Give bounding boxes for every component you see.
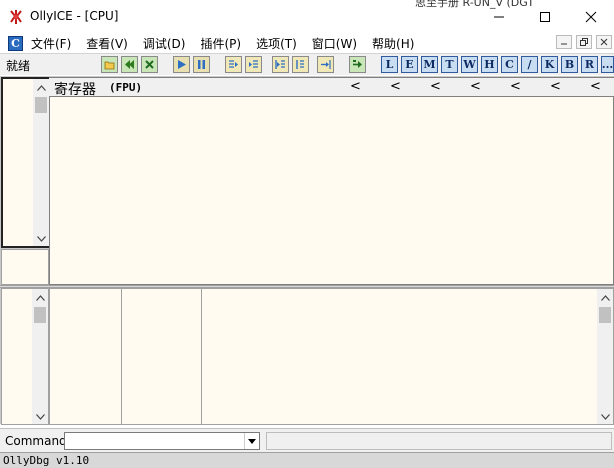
return-icon xyxy=(321,60,331,69)
call-stack-button[interactable]: K xyxy=(541,56,558,73)
scroll-thumb[interactable] xyxy=(599,307,611,323)
ollyice-app-icon xyxy=(10,10,22,24)
open-folder-icon xyxy=(104,61,115,70)
stack-pane[interactable] xyxy=(49,288,614,425)
scroll-down-arrow-icon[interactable] xyxy=(32,410,48,424)
minimize-button[interactable] xyxy=(476,0,522,33)
minimize-icon xyxy=(494,16,504,17)
register-chevron[interactable]: < xyxy=(510,80,521,94)
open-file-button[interactable] xyxy=(101,56,118,73)
go-to-button[interactable] xyxy=(349,56,366,73)
ollyice-window: 思至手册 R-UN_V (DGT OllyICE - [CPU] C 文件(F)… xyxy=(0,0,614,468)
mdi-restore-button[interactable] xyxy=(576,35,592,49)
pause-icon xyxy=(198,60,205,69)
window-title: OllyICE - [CPU] xyxy=(30,9,119,23)
menu-plugins[interactable]: 插件(P) xyxy=(200,35,241,52)
step-over-button[interactable] xyxy=(245,56,262,73)
menu-file[interactable]: 文件(F) xyxy=(31,35,71,52)
registers-pane[interactable] xyxy=(49,77,614,285)
close-icon xyxy=(585,11,597,22)
mdi-controls xyxy=(552,35,612,49)
command-output-field xyxy=(266,432,612,450)
trace-over-button[interactable] xyxy=(292,56,309,73)
toolbar-status: 就绪 xyxy=(6,59,31,73)
title-bar: 思至手册 R-UN_V (DGT OllyICE - [CPU] xyxy=(0,0,614,33)
register-chevron[interactable]: < xyxy=(390,80,401,94)
disassembly-scrollbar[interactable] xyxy=(33,79,49,246)
scroll-thumb[interactable] xyxy=(34,307,46,323)
register-chevron[interactable]: < xyxy=(590,80,601,94)
menu-view[interactable]: 查看(V) xyxy=(86,35,128,52)
step-into-button[interactable] xyxy=(225,56,242,73)
trace-into-icon xyxy=(275,60,285,69)
restart-button[interactable] xyxy=(121,56,138,73)
windows-button[interactable]: W xyxy=(461,56,478,73)
scroll-up-arrow-icon[interactable] xyxy=(32,291,48,305)
menu-window[interactable]: 窗口(W) xyxy=(312,35,357,52)
threads-button[interactable]: T xyxy=(441,56,458,73)
command-dropdown-button[interactable] xyxy=(244,433,259,449)
executable-modules-button[interactable]: E xyxy=(401,56,418,73)
mdi-close-button[interactable] xyxy=(596,35,612,49)
pause-button[interactable] xyxy=(193,56,210,73)
more-windows-button[interactable]: ... xyxy=(601,56,614,73)
menu-options[interactable]: 选项(T) xyxy=(256,35,297,52)
mdi-close-icon xyxy=(600,38,608,46)
toolbar: 就绪 L E M T W H C / K B R ... xyxy=(0,53,614,75)
cpu-window-icon[interactable]: C xyxy=(8,35,23,51)
registers-title: 寄存器 xyxy=(54,82,96,98)
scroll-down-arrow-icon[interactable] xyxy=(33,232,49,246)
register-chevron[interactable]: < xyxy=(350,80,361,94)
scroll-up-arrow-icon[interactable] xyxy=(597,291,613,305)
command-input[interactable] xyxy=(64,432,260,450)
maximize-button[interactable] xyxy=(522,0,568,33)
rewind-icon xyxy=(125,60,134,69)
column-separator xyxy=(201,289,202,424)
mdi-restore-icon xyxy=(580,38,588,46)
maximize-icon xyxy=(540,11,550,22)
scroll-up-arrow-icon[interactable] xyxy=(33,81,49,95)
command-bar: Command xyxy=(0,428,614,452)
command-label: Command xyxy=(5,434,67,448)
handles-button[interactable]: H xyxy=(481,56,498,73)
dump-pane[interactable] xyxy=(1,288,49,425)
column-separator xyxy=(121,289,122,424)
goto-arrow-icon xyxy=(353,60,362,68)
dump-scrollbar[interactable] xyxy=(32,289,48,424)
status-bar: OllyDbg v1.10 xyxy=(0,452,614,468)
play-icon xyxy=(178,60,186,69)
execute-till-return-button[interactable] xyxy=(317,56,334,73)
scroll-thumb[interactable] xyxy=(35,97,47,113)
step-over-icon xyxy=(249,60,258,68)
run-button[interactable] xyxy=(173,56,190,73)
trace-into-button[interactable] xyxy=(272,56,289,73)
menu-help[interactable]: 帮助(H) xyxy=(372,35,414,52)
memory-map-button[interactable]: M xyxy=(421,56,438,73)
mdi-minimize-icon xyxy=(561,43,567,45)
menu-debug[interactable]: 调试(D) xyxy=(143,35,186,52)
disassembly-pane[interactable] xyxy=(1,77,49,248)
close-x-icon xyxy=(145,60,154,69)
patches-button[interactable]: / xyxy=(521,56,538,73)
register-chevron[interactable]: < xyxy=(430,80,441,94)
scroll-down-arrow-icon[interactable] xyxy=(597,410,613,424)
mdi-minimize-button[interactable] xyxy=(556,35,572,49)
info-pane[interactable] xyxy=(1,249,49,285)
cpu-button[interactable]: C xyxy=(501,56,518,73)
chevron-down-icon xyxy=(248,438,256,444)
register-chevron[interactable]: < xyxy=(470,80,481,94)
trace-over-icon xyxy=(296,60,304,69)
register-chevron[interactable]: < xyxy=(550,80,561,94)
breakpoints-button[interactable]: B xyxy=(561,56,578,73)
menu-bar: C 文件(F) 查看(V) 调试(D) 插件(P) 选项(T) 窗口(W) 帮助… xyxy=(0,33,614,53)
close-process-button[interactable] xyxy=(141,56,158,73)
references-button[interactable]: R xyxy=(581,56,598,73)
stack-scrollbar[interactable] xyxy=(597,289,613,424)
registers-mode[interactable]: (FPU) xyxy=(109,81,142,94)
step-into-icon xyxy=(229,60,238,68)
log-window-button[interactable]: L xyxy=(381,56,398,73)
registers-header: 寄存器 (FPU) < < < < < < < xyxy=(49,78,614,98)
close-button[interactable] xyxy=(568,0,614,33)
status-text: OllyDbg v1.10 xyxy=(3,454,90,467)
